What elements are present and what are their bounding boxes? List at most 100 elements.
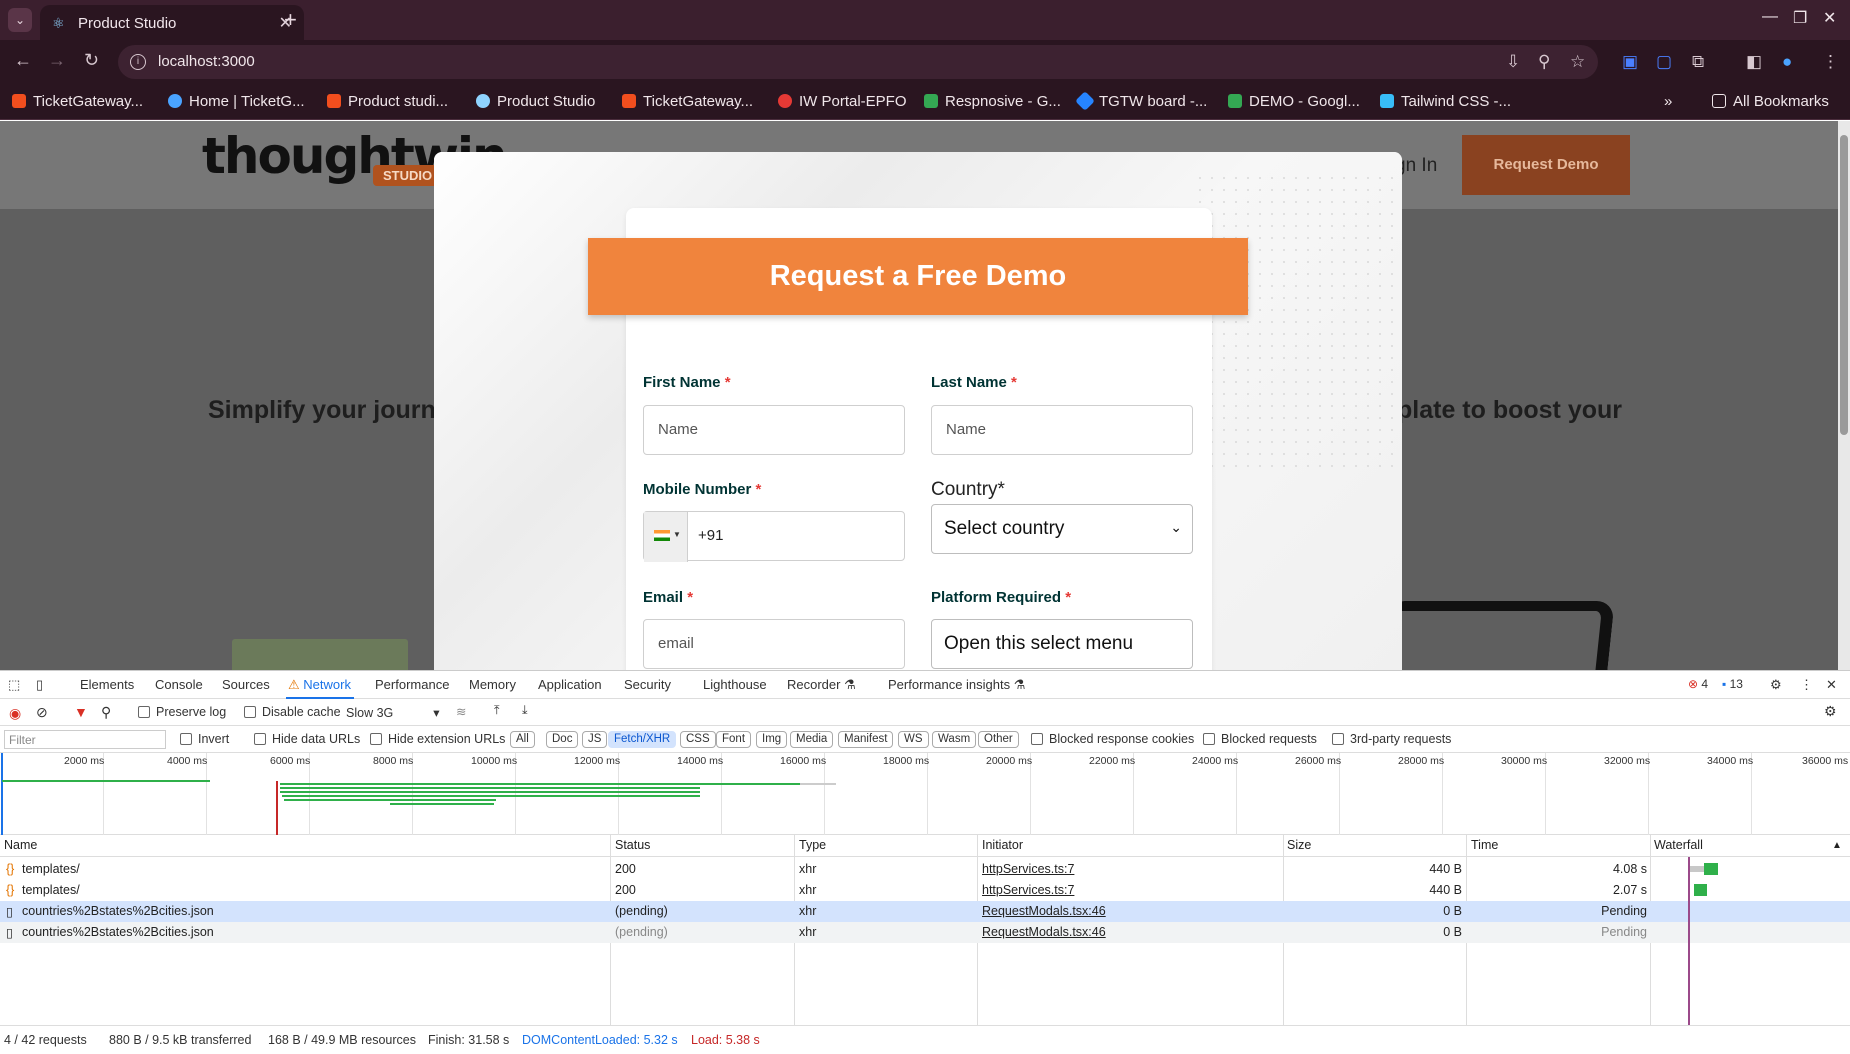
blocked-cookies-checkbox[interactable]: Blocked response cookies xyxy=(1031,732,1194,746)
filter-chip-js[interactable]: JS xyxy=(582,731,608,748)
tab-application[interactable]: Application xyxy=(538,677,602,692)
filter-icon[interactable]: ▼ xyxy=(74,704,88,720)
bookmark-item[interactable]: Product studi... xyxy=(327,93,448,110)
browser-menu-icon[interactable]: ⋮ xyxy=(1822,52,1839,72)
preserve-log-checkbox[interactable]: Preserve log xyxy=(138,705,226,719)
hide-extension-urls-checkbox[interactable]: Hide extension URLs xyxy=(370,732,505,746)
tab-performance-insights[interactable]: Performance insights ⚗ xyxy=(888,677,1025,693)
bookmark-item[interactable]: IW Portal-EPFO xyxy=(778,93,907,110)
extension-n-icon[interactable]: ▢ xyxy=(1656,52,1672,72)
column-size[interactable]: Size xyxy=(1287,838,1311,852)
bookmark-item[interactable]: TicketGateway... xyxy=(12,93,143,110)
country-code-dropdown[interactable]: ▼ xyxy=(644,512,688,562)
bookmark-item[interactable]: TGTW board -... xyxy=(1075,91,1207,111)
search-icon[interactable]: ⚲ xyxy=(101,704,111,721)
column-time[interactable]: Time xyxy=(1471,838,1498,852)
side-panel-icon[interactable]: ◧ xyxy=(1746,52,1762,72)
bookmark-item[interactable]: Home | TicketG... xyxy=(168,93,305,110)
filter-chip-wasm[interactable]: Wasm xyxy=(932,731,977,748)
network-conditions-icon[interactable]: ≋ xyxy=(456,704,466,719)
extension-icon[interactable]: ▣ xyxy=(1622,52,1638,72)
network-overview[interactable]: 2000 ms 4000 ms 6000 ms 8000 ms 10000 ms… xyxy=(0,753,1850,835)
message-count-badge[interactable]: ▪ 13 xyxy=(1722,677,1743,691)
minimize-icon[interactable]: — xyxy=(1762,8,1778,26)
tab-elements[interactable]: Elements xyxy=(80,677,134,692)
column-initiator[interactable]: Initiator xyxy=(982,838,1023,852)
more-bookmarks-icon[interactable]: » xyxy=(1664,93,1672,110)
back-icon[interactable]: ← xyxy=(14,50,32,71)
blocked-requests-checkbox[interactable]: Blocked requests xyxy=(1203,732,1317,746)
devtools-menu-icon[interactable]: ⋮ xyxy=(1800,677,1813,693)
disable-cache-checkbox[interactable]: Disable cache xyxy=(244,705,341,719)
reload-icon[interactable]: ↻ xyxy=(84,50,99,71)
inspect-element-icon[interactable]: ⬚ xyxy=(8,677,20,693)
tab-lighthouse[interactable]: Lighthouse xyxy=(703,677,767,692)
scrollbar-thumb[interactable] xyxy=(1840,135,1848,435)
tab-sources[interactable]: Sources xyxy=(222,677,270,692)
filter-chip-img[interactable]: Img xyxy=(756,731,788,748)
filter-chip-fetch-xhr[interactable]: Fetch/XHR xyxy=(608,731,677,748)
close-devtools-icon[interactable]: ✕ xyxy=(1826,677,1837,693)
all-bookmarks[interactable]: All Bookmarks xyxy=(1712,93,1829,110)
column-type[interactable]: Type xyxy=(799,838,826,852)
new-tab-button[interactable]: + xyxy=(284,7,297,33)
filter-chip-doc[interactable]: Doc xyxy=(546,731,579,748)
request-initiator-link[interactable]: httpServices.ts:7 xyxy=(982,862,1074,876)
column-waterfall[interactable]: Waterfall xyxy=(1654,838,1703,852)
bookmark-item[interactable]: Product Studio xyxy=(476,93,595,110)
export-har-icon[interactable]: ⤓ xyxy=(522,703,528,718)
bookmark-item[interactable]: Respnosive - G... xyxy=(924,93,1061,110)
column-status[interactable]: Status xyxy=(615,838,650,852)
invert-checkbox[interactable]: Invert xyxy=(180,732,229,746)
tab-network[interactable]: ⚠ Network xyxy=(288,677,351,693)
bookmark-item[interactable]: DEMO - Googl... xyxy=(1228,93,1360,110)
platform-select[interactable]: Open this select menu xyxy=(931,619,1193,669)
country-select[interactable]: Select country ⌄ xyxy=(931,504,1193,554)
mobile-number-input[interactable]: ▼ +91 xyxy=(643,511,905,562)
extensions-puzzle-icon[interactable]: ⧉ xyxy=(1692,52,1704,72)
profile-avatar-icon[interactable]: ● xyxy=(1782,52,1792,72)
third-party-checkbox[interactable]: 3rd-party requests xyxy=(1332,732,1451,746)
tab-recorder[interactable]: Recorder ⚗ xyxy=(787,677,856,693)
bookmark-item[interactable]: Tailwind CSS -... xyxy=(1380,93,1511,110)
table-row[interactable]: {} templates/ 200 xhr httpServices.ts:7 … xyxy=(0,880,1850,901)
filter-chip-ws[interactable]: WS xyxy=(898,731,929,748)
tab-console[interactable]: Console xyxy=(155,677,203,692)
hide-data-urls-checkbox[interactable]: Hide data URLs xyxy=(254,732,360,746)
tab-performance[interactable]: Performance xyxy=(375,677,449,692)
record-icon[interactable]: ◉ xyxy=(9,705,21,722)
error-count-badge[interactable]: ⊗ 4 xyxy=(1688,677,1708,691)
page-scrollbar[interactable] xyxy=(1838,121,1850,670)
bookmark-item[interactable]: TicketGateway... xyxy=(622,93,753,110)
settings-gear-icon[interactable]: ⚙ xyxy=(1770,677,1782,693)
request-initiator-link[interactable]: httpServices.ts:7 xyxy=(982,883,1074,897)
request-demo-button[interactable]: Request Demo xyxy=(1462,135,1630,195)
filter-chip-other[interactable]: Other xyxy=(978,731,1019,748)
maximize-icon[interactable]: ❐ xyxy=(1793,8,1807,28)
sort-ascending-icon[interactable]: ▲ xyxy=(1832,840,1842,851)
zoom-icon[interactable]: ⚲ xyxy=(1538,52,1550,72)
email-input[interactable]: email xyxy=(643,619,905,669)
filter-input[interactable]: Filter xyxy=(4,730,166,749)
filter-chip-all[interactable]: All xyxy=(510,731,535,748)
table-row[interactable]: {} templates/ 200 xhr httpServices.ts:7 … xyxy=(0,859,1850,880)
table-row[interactable]: ▯ countries%2Bstates%2Bcities.json (pend… xyxy=(0,922,1850,943)
filter-chip-media[interactable]: Media xyxy=(790,731,834,748)
network-settings-icon[interactable]: ⚙ xyxy=(1824,703,1837,720)
forward-icon[interactable]: → xyxy=(48,50,66,71)
tab-memory[interactable]: Memory xyxy=(469,677,516,692)
browser-tab[interactable]: ⚛ Product Studio ✕ xyxy=(40,5,304,40)
close-window-icon[interactable]: ✕ xyxy=(1823,8,1836,28)
first-name-input[interactable]: Name xyxy=(643,405,905,455)
install-icon[interactable]: ⇩ xyxy=(1506,52,1520,72)
request-initiator-link[interactable]: RequestModals.tsx:46 xyxy=(982,925,1106,939)
site-info-icon[interactable]: i xyxy=(130,54,146,70)
filter-chip-manifest[interactable]: Manifest xyxy=(838,731,894,748)
request-initiator-link[interactable]: RequestModals.tsx:46 xyxy=(982,904,1106,918)
throttle-select[interactable]: Slow 3G ▾ xyxy=(346,705,440,720)
tab-security[interactable]: Security xyxy=(624,677,671,692)
filter-chip-font[interactable]: Font xyxy=(716,731,752,748)
table-row[interactable]: ▯ countries%2Bstates%2Bcities.json (pend… xyxy=(0,901,1850,922)
bookmark-star-icon[interactable]: ☆ xyxy=(1570,52,1585,72)
device-toolbar-icon[interactable]: ▯ xyxy=(36,677,43,693)
